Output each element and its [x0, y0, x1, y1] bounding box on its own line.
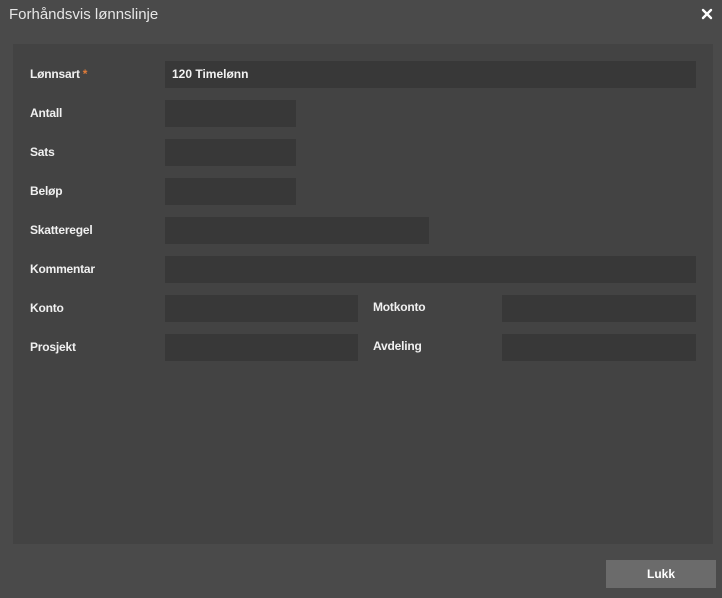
lonnsart-label: Lønnsart * [30, 67, 88, 81]
belop-label: Beløp [30, 184, 63, 198]
motkonto-label: Motkonto [373, 300, 426, 314]
required-mark: * [82, 67, 88, 81]
belop-field[interactable] [165, 178, 296, 205]
lonnsart-field[interactable]: 120 Timelønn [165, 61, 696, 88]
dialog-titlebar: Forhåndsvis lønnslinje [0, 0, 722, 30]
konto-label: Konto [30, 301, 64, 315]
avdeling-field[interactable] [502, 334, 696, 361]
form-panel: Lønnsart * 120 Timelønn Antall Sats Beløp… [13, 44, 713, 544]
dialog-title: Forhåndsvis lønnslinje [9, 6, 159, 23]
avdeling-label: Avdeling [373, 339, 422, 353]
motkonto-field[interactable] [502, 295, 696, 322]
antall-field[interactable] [165, 100, 296, 127]
close-icon[interactable] [699, 6, 715, 22]
close-button[interactable]: Lukk [606, 560, 716, 588]
skatteregel-label: Skatteregel [30, 223, 93, 237]
prosjekt-label: Prosjekt [30, 340, 76, 354]
prosjekt-field[interactable] [165, 334, 358, 361]
konto-field[interactable] [165, 295, 358, 322]
kommentar-label: Kommentar [30, 262, 95, 276]
preview-dialog: Forhåndsvis lønnslinje Lønnsart * 120 Tim… [0, 0, 722, 598]
kommentar-field[interactable] [165, 256, 696, 283]
antall-label: Antall [30, 106, 63, 120]
sats-label: Sats [30, 145, 55, 159]
skatteregel-field[interactable] [165, 217, 429, 244]
sats-field[interactable] [165, 139, 296, 166]
